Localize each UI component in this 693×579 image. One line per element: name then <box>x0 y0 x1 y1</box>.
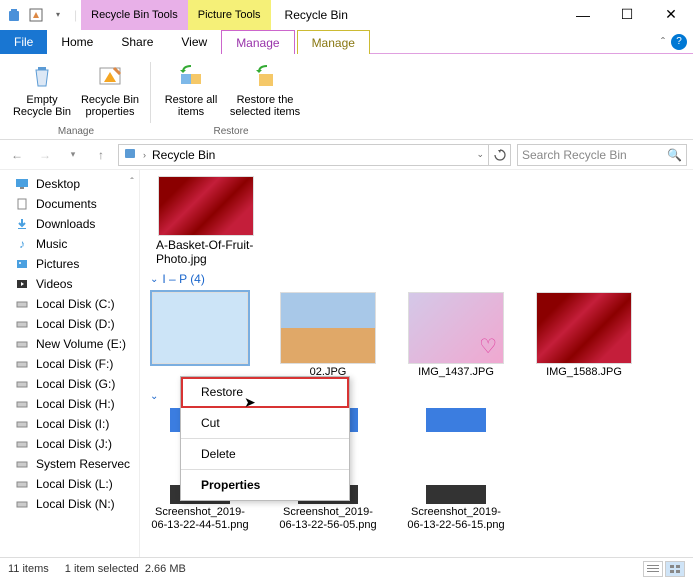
disk-icon <box>14 356 30 372</box>
contextual-tab-recycle: Recycle Bin Tools <box>81 0 188 30</box>
desktop-icon <box>14 176 30 192</box>
contextual-tab-picture: Picture Tools <box>188 0 271 30</box>
ribbon-group-restore-label: Restore <box>213 124 248 139</box>
restore-selected-icon <box>249 60 281 92</box>
file-img1588[interactable]: IMG_1588.JPG <box>534 292 634 379</box>
nav-music[interactable]: ♪Music <box>0 234 139 254</box>
music-icon: ♪ <box>14 236 30 252</box>
nav-scroll-up[interactable]: ˆ <box>127 174 137 190</box>
view-thumbnails-button[interactable] <box>665 561 685 577</box>
nav-pictures[interactable]: Pictures <box>0 254 139 274</box>
navigation-pane[interactable]: ˆ Desktop Documents Downloads ♪Music Pic… <box>0 170 140 557</box>
restore-selected-button[interactable]: Restore the selected items <box>229 58 301 124</box>
empty-bin-icon <box>26 60 58 92</box>
nav-disk-d[interactable]: Local Disk (D:) <box>0 314 139 334</box>
recycle-bin-properties-button[interactable]: Recycle Bin properties <box>80 58 140 124</box>
documents-icon <box>14 196 30 212</box>
chevron-down-icon: ⌄ <box>150 274 158 285</box>
close-button[interactable]: ✕ <box>649 0 693 30</box>
view-details-button[interactable] <box>643 561 663 577</box>
tab-manage-picture[interactable]: Manage <box>297 30 370 54</box>
disk-icon <box>14 496 30 512</box>
nav-disk-j[interactable]: Local Disk (J:) <box>0 434 139 454</box>
qat-properties-icon[interactable] <box>26 5 46 25</box>
recycle-bin-icon <box>4 5 24 25</box>
address-location: Recycle Bin <box>152 148 215 162</box>
nav-videos[interactable]: Videos <box>0 274 139 294</box>
disk-icon <box>14 336 30 352</box>
help-icon[interactable]: ? <box>671 34 687 50</box>
disk-icon <box>14 396 30 412</box>
tab-view[interactable]: View <box>167 30 221 54</box>
file-02[interactable]: 02.JPG <box>278 292 378 379</box>
disk-icon <box>14 476 30 492</box>
group-header-ip[interactable]: ⌄ I – P (4) <box>150 266 683 292</box>
nav-disk-e[interactable]: New Volume (E:) <box>0 334 139 354</box>
address-bar[interactable]: › Recycle Bin ⌄ <box>118 144 489 166</box>
status-size: 2.66 MB <box>145 563 186 575</box>
file-img1437[interactable]: IMG_1437.JPG <box>406 292 506 379</box>
file-whitecat[interactable] <box>150 292 250 379</box>
nav-recent-dropdown[interactable]: ▾ <box>62 144 84 166</box>
nav-documents[interactable]: Documents <box>0 194 139 214</box>
ribbon-group-manage-label: Manage <box>58 124 94 139</box>
search-input[interactable]: Search Recycle Bin 🔍 <box>517 144 687 166</box>
address-history-dropdown[interactable]: ⌄ <box>476 149 484 160</box>
nav-desktop[interactable]: Desktop <box>0 174 139 194</box>
status-selected: 1 item selected <box>65 563 139 575</box>
window-title: Recycle Bin <box>271 8 348 22</box>
downloads-icon <box>14 216 30 232</box>
search-icon: 🔍 <box>667 148 682 162</box>
chevron-down-icon: ⌄ <box>150 391 158 402</box>
refresh-button[interactable] <box>489 144 511 166</box>
tab-manage-recycle[interactable]: Manage <box>221 30 294 54</box>
context-properties[interactable]: Properties <box>181 470 349 500</box>
nav-system-reserved[interactable]: System Reservec <box>0 454 139 474</box>
status-item-count: 11 items <box>8 563 49 575</box>
disk-icon <box>14 456 30 472</box>
ribbon-collapse-icon[interactable]: ˆ <box>661 35 665 49</box>
nav-disk-g[interactable]: Local Disk (G:) <box>0 374 139 394</box>
disk-icon <box>14 376 30 392</box>
pictures-icon <box>14 256 30 272</box>
nav-disk-l[interactable]: Local Disk (L:) <box>0 474 139 494</box>
file-screenshot3[interactable]: Screenshot_2019-06-13-22-56-15.png <box>406 408 506 532</box>
nav-disk-i[interactable]: Local Disk (I:) <box>0 414 139 434</box>
tab-home[interactable]: Home <box>47 30 107 54</box>
nav-up-button[interactable]: ↑ <box>90 144 112 166</box>
videos-icon <box>14 276 30 292</box>
nav-disk-c[interactable]: Local Disk (C:) <box>0 294 139 314</box>
properties-icon <box>94 60 126 92</box>
tab-share[interactable]: Share <box>107 30 167 54</box>
qat-dropdown-icon[interactable]: ▾ <box>48 5 68 25</box>
file-basket[interactable]: A-Basket-Of-Fruit-Photo.jpg <box>156 176 256 266</box>
nav-back-button[interactable]: ← <box>6 144 28 166</box>
nav-disk-n[interactable]: Local Disk (N:) <box>0 494 139 514</box>
disk-icon <box>14 436 30 452</box>
maximize-button[interactable]: ☐ <box>605 0 649 30</box>
disk-icon <box>14 316 30 332</box>
empty-recycle-bin-button[interactable]: Empty Recycle Bin <box>12 58 72 124</box>
disk-icon <box>14 416 30 432</box>
disk-icon <box>14 296 30 312</box>
restore-all-button[interactable]: Restore all items <box>161 58 221 124</box>
nav-downloads[interactable]: Downloads <box>0 214 139 234</box>
cursor-icon: ➤ <box>244 394 256 411</box>
context-menu: Restore Cut Delete Properties <box>180 376 350 501</box>
context-restore[interactable]: Restore <box>181 377 349 408</box>
nav-forward-button[interactable]: → <box>34 144 56 166</box>
recycle-bin-path-icon <box>123 146 137 163</box>
context-cut[interactable]: Cut <box>181 408 349 439</box>
restore-all-icon <box>175 60 207 92</box>
minimize-button[interactable]: — <box>561 0 605 30</box>
tab-file[interactable]: File <box>0 30 47 54</box>
nav-disk-h[interactable]: Local Disk (H:) <box>0 394 139 414</box>
context-delete[interactable]: Delete <box>181 439 349 470</box>
nav-disk-f[interactable]: Local Disk (F:) <box>0 354 139 374</box>
